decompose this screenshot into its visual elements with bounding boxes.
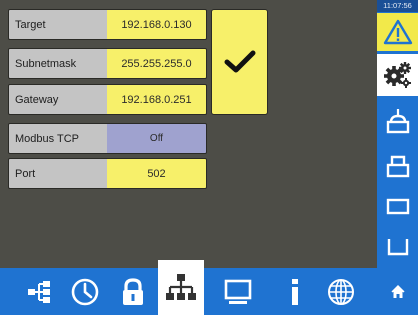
rectangle-icon	[386, 198, 409, 215]
sidebar-item-open-box[interactable]	[377, 228, 418, 266]
sidebar-item-bell-closed[interactable]	[377, 145, 418, 185]
tab-monitor[interactable]	[215, 268, 261, 315]
network-icon	[166, 273, 196, 300]
tab-network-tree[interactable]	[16, 268, 62, 315]
modbus-tcp-label: Modbus TCP	[9, 124, 107, 153]
lock-icon	[123, 277, 143, 305]
target-field[interactable]: Target 192.168.0.130	[8, 9, 207, 40]
globe-icon	[328, 278, 354, 305]
checkmark-icon	[224, 50, 255, 73]
bell-closed-icon	[386, 155, 409, 178]
bottom-navigation-bar	[0, 260, 377, 315]
clock-display: 11:07:56	[377, 0, 418, 12]
network-settings-screen: Target 192.168.0.130 Subnetmask 255.255.…	[0, 0, 418, 315]
port-label: Port	[9, 159, 107, 188]
tab-clock[interactable]	[62, 268, 108, 315]
tab-info[interactable]	[272, 268, 318, 315]
bell-outline-icon	[386, 109, 409, 134]
monitor-icon	[224, 279, 252, 304]
subnetmask-label: Subnetmask	[9, 49, 107, 78]
home-button[interactable]	[377, 268, 418, 315]
clock-icon	[71, 278, 99, 305]
gateway-label: Gateway	[9, 85, 107, 114]
info-icon	[292, 278, 298, 305]
alarm-button[interactable]	[377, 13, 418, 51]
port-field[interactable]: Port 502	[8, 158, 207, 189]
tab-lock[interactable]	[110, 268, 156, 315]
tab-network[interactable]	[158, 260, 204, 315]
home-icon	[390, 284, 405, 298]
target-label: Target	[9, 10, 107, 39]
open-box-icon	[387, 239, 408, 256]
modbus-tcp-toggle[interactable]: Off	[107, 124, 206, 153]
gateway-value[interactable]: 192.168.0.251	[107, 85, 206, 114]
gateway-field[interactable]: Gateway 192.168.0.251	[8, 84, 207, 115]
tab-globe[interactable]	[318, 268, 364, 315]
modbus-tcp-field[interactable]: Modbus TCP Off	[8, 123, 207, 154]
sidebar-item-bell-open[interactable]	[377, 100, 418, 142]
network-tree-icon	[28, 280, 50, 303]
warning-triangle-icon	[383, 19, 412, 45]
target-value[interactable]: 192.168.0.130	[107, 10, 206, 39]
settings-button[interactable]	[377, 54, 418, 96]
confirm-button[interactable]	[211, 9, 268, 115]
sidebar-item-rectangle[interactable]	[377, 188, 418, 226]
subnetmask-field[interactable]: Subnetmask 255.255.255.0	[8, 48, 207, 79]
port-value[interactable]: 502	[107, 159, 206, 188]
subnetmask-value[interactable]: 255.255.255.0	[107, 49, 206, 78]
gears-icon	[383, 62, 411, 88]
